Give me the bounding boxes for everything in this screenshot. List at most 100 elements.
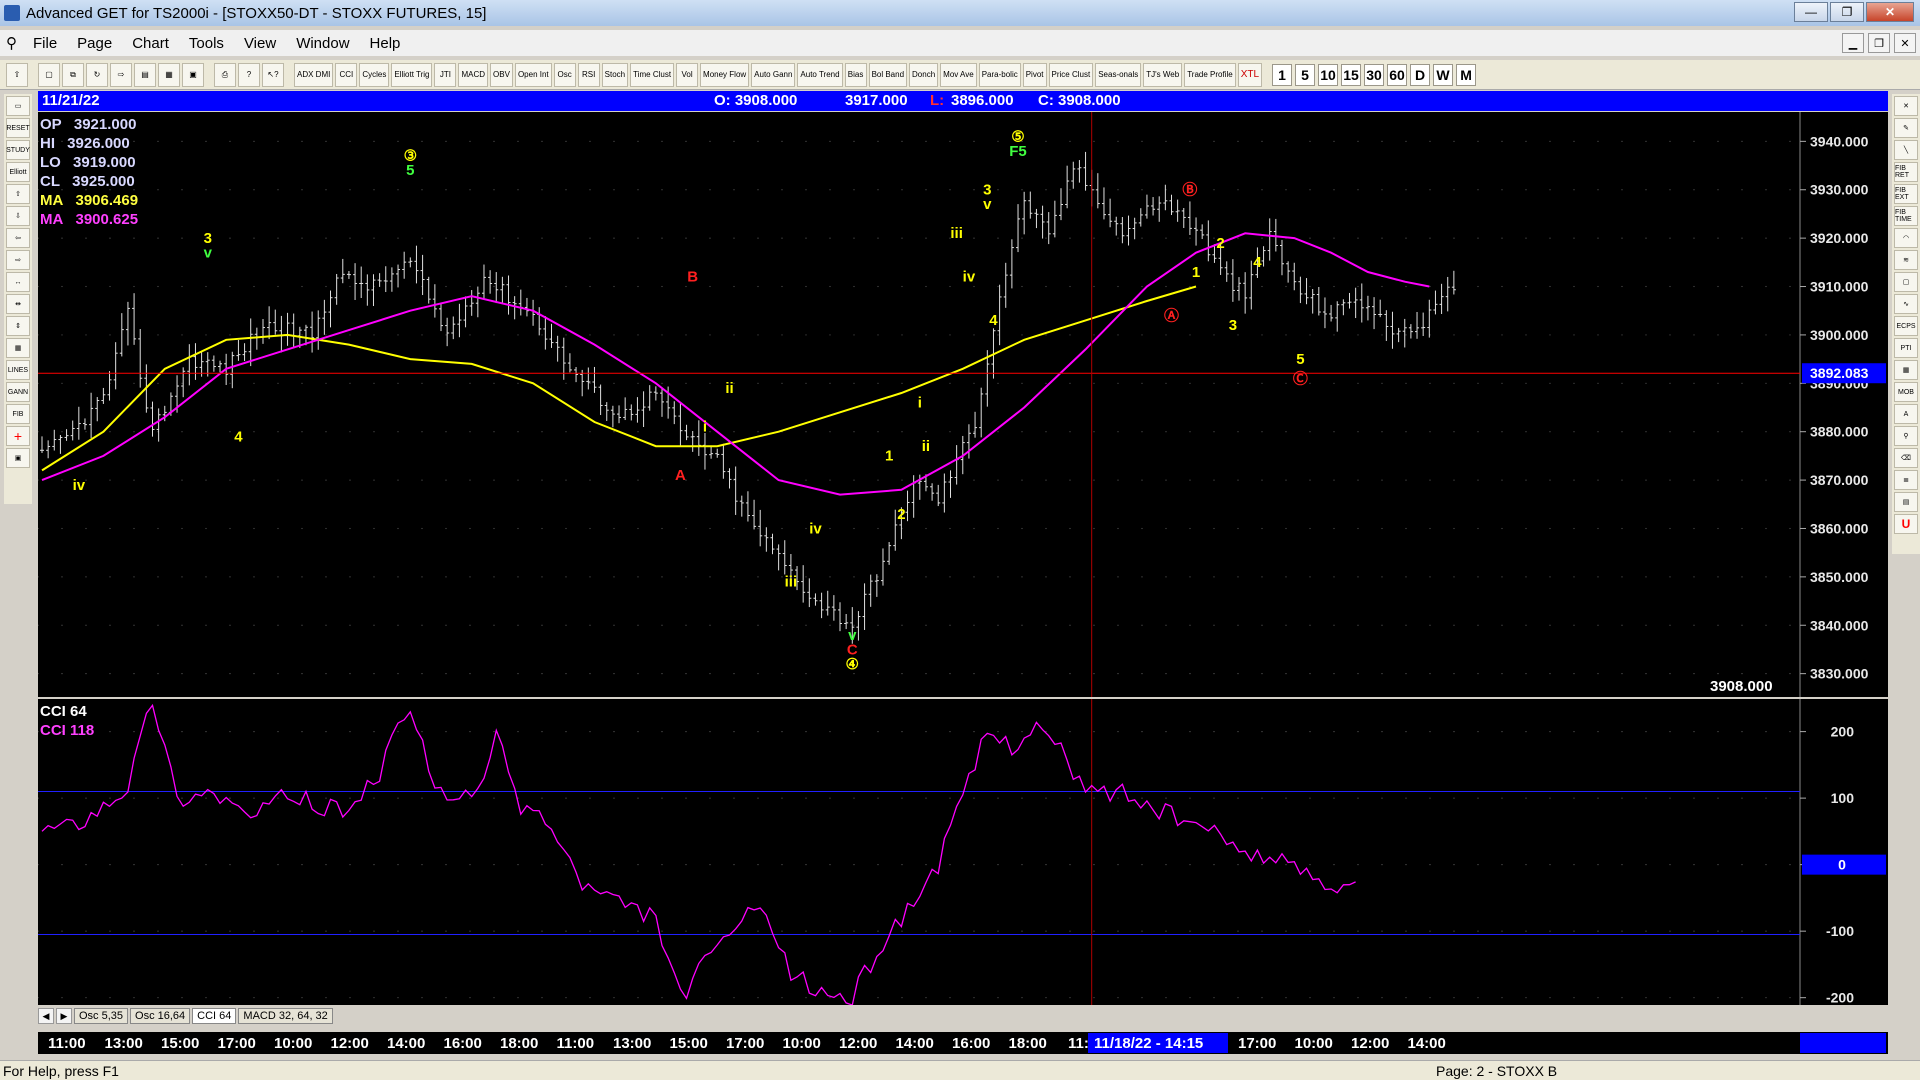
elliott-wave-label[interactable]: 4 bbox=[234, 428, 243, 445]
study-button-bol-band[interactable]: Bol Band bbox=[868, 62, 908, 87]
study-button-pivot[interactable]: Pivot bbox=[1022, 62, 1047, 87]
study-button-money-flow[interactable]: Money Flow bbox=[700, 62, 750, 87]
period-button-10[interactable]: 10 bbox=[1318, 63, 1339, 86]
study-button-cycles[interactable]: Cycles bbox=[359, 62, 390, 87]
study-button-stoch[interactable]: Stoch bbox=[601, 62, 629, 87]
doc-icon[interactable]: ⚲ bbox=[0, 34, 23, 52]
ecps-button[interactable]: ECPS bbox=[1894, 316, 1918, 336]
magnet-icon[interactable]: U bbox=[1894, 514, 1918, 534]
print-icon[interactable]: ⎙ bbox=[214, 62, 236, 87]
elliott-wave-label[interactable]: iii bbox=[950, 225, 963, 242]
study-button[interactable]: STUDY bbox=[6, 140, 30, 160]
cycle-tool-icon[interactable]: ∿ bbox=[1894, 294, 1918, 314]
tab-next-button[interactable]: ▶ bbox=[56, 1008, 72, 1024]
box-tool-icon[interactable]: ▢ bbox=[1894, 272, 1918, 292]
window-icon[interactable]: ▣ bbox=[182, 62, 204, 87]
minimize-button[interactable]: — bbox=[1794, 2, 1828, 22]
elliott-button[interactable]: Elliott bbox=[6, 162, 30, 182]
price-chart-pane[interactable]: 3830.000 3840.000 3850.000 3860.000 3870.000… bbox=[37, 112, 1888, 697]
menu-view[interactable]: View bbox=[234, 35, 286, 52]
forward-icon[interactable]: ⇨ bbox=[110, 62, 132, 87]
pencil-icon[interactable]: ✎ bbox=[1894, 118, 1918, 138]
compress-h-icon[interactable]: ⇹ bbox=[6, 294, 30, 314]
elliott-wave-label[interactable]: i bbox=[703, 419, 707, 436]
fib-ret-button[interactable]: FIB RET bbox=[1894, 162, 1918, 182]
elliott-wave-label[interactable]: Ⓑ bbox=[1182, 181, 1197, 199]
elliott-wave-label[interactable]: ii bbox=[922, 438, 930, 455]
reset-button[interactable]: RESET bbox=[6, 118, 30, 138]
cci-chart[interactable]: 200 100 0 -100 -200 bbox=[37, 699, 1888, 1006]
study-button-mov-ave[interactable]: Mov Ave bbox=[940, 62, 977, 87]
elliott-wave-label[interactable]: 2 bbox=[1216, 235, 1224, 252]
elliott-wave-label[interactable]: v bbox=[204, 244, 213, 261]
elliott-wave-label[interactable]: 1 bbox=[885, 448, 893, 465]
doc-close-button[interactable]: ✕ bbox=[1894, 33, 1916, 53]
study-button-elliott-trig[interactable]: Elliott Trig bbox=[391, 62, 433, 87]
period-button-5[interactable]: 5 bbox=[1295, 63, 1316, 86]
study-button-jti[interactable]: JTI bbox=[434, 62, 457, 87]
elliott-wave-label[interactable]: iii bbox=[785, 574, 798, 591]
study-button-seas-onals[interactable]: Seas-onals bbox=[1095, 62, 1142, 87]
study-button-time-clust[interactable]: Time Clust bbox=[630, 62, 675, 87]
menu-help[interactable]: Help bbox=[360, 35, 411, 52]
mob-button[interactable]: MOB bbox=[1894, 382, 1918, 402]
elliott-wave-label[interactable]: iv bbox=[809, 520, 822, 537]
cross-tool-icon[interactable]: ✕ bbox=[1894, 96, 1918, 116]
elliott-wave-label[interactable]: v bbox=[983, 196, 992, 213]
pointer-tool-icon[interactable]: ⇧ bbox=[6, 62, 28, 87]
tab-osc-16-64[interactable]: Osc 16,64 bbox=[130, 1008, 191, 1024]
period-button-d[interactable]: D bbox=[1410, 63, 1431, 86]
tab-cci-64[interactable]: CCI 64 bbox=[192, 1008, 237, 1024]
study-button-open-int[interactable]: Open Int bbox=[514, 62, 552, 87]
study-button-adx-dmi[interactable]: ADX DMI bbox=[294, 62, 334, 87]
arrow-left-icon[interactable]: ⇦ bbox=[6, 228, 30, 248]
elliott-wave-label[interactable]: 4 bbox=[1253, 254, 1262, 271]
study-button-para-bolic[interactable]: Para-bolic bbox=[978, 62, 1021, 87]
arrow-right-icon[interactable]: ⇨ bbox=[6, 250, 30, 270]
tab-macd[interactable]: MACD 32, 64, 32 bbox=[238, 1008, 333, 1024]
study-button-obv[interactable]: OBV bbox=[490, 62, 513, 87]
elliott-wave-label[interactable]: i bbox=[918, 395, 922, 412]
elliott-wave-label[interactable]: 3 bbox=[1229, 317, 1237, 334]
elliott-wave-label[interactable]: iv bbox=[963, 269, 976, 286]
layers-icon[interactable]: ▤ bbox=[134, 62, 156, 87]
new-page-icon[interactable]: ▢ bbox=[38, 62, 60, 87]
study-button-macd[interactable]: MACD bbox=[458, 62, 489, 87]
refresh-icon[interactable]: ↻ bbox=[86, 62, 108, 87]
tab-osc-5-35[interactable]: Osc 5,35 bbox=[74, 1008, 129, 1024]
study-button-donch[interactable]: Donch bbox=[909, 62, 939, 87]
menu-window[interactable]: Window bbox=[286, 35, 359, 52]
study-button-auto-gann[interactable]: Auto Gann bbox=[751, 62, 796, 87]
study-button-auto-trend[interactable]: Auto Trend bbox=[797, 62, 843, 87]
context-help-icon[interactable]: ↖? bbox=[262, 62, 284, 87]
doc-minimize-button[interactable]: ▁ bbox=[1842, 33, 1864, 53]
grid-icon[interactable]: ▦ bbox=[158, 62, 180, 87]
fib-button[interactable]: FIB bbox=[6, 404, 30, 424]
elliott-wave-label[interactable]: Ⓐ bbox=[1164, 306, 1179, 324]
hint-icon[interactable]: ? bbox=[238, 62, 260, 87]
elliott-wave-label[interactable]: 5 bbox=[406, 162, 414, 179]
arrow-up-icon[interactable]: ⇧ bbox=[6, 184, 30, 204]
list-icon[interactable]: ≣ bbox=[1894, 470, 1918, 490]
text-tool-icon[interactable]: A bbox=[1894, 404, 1918, 424]
save-icon[interactable]: ▣ bbox=[6, 448, 30, 468]
study-button-cci[interactable]: CCI bbox=[335, 62, 358, 87]
period-button-w[interactable]: W bbox=[1433, 63, 1454, 86]
study-button-bias[interactable]: Bias bbox=[844, 62, 867, 87]
period-button-1[interactable]: 1 bbox=[1272, 63, 1293, 86]
zoom-icon[interactable]: ⚲ bbox=[1894, 426, 1918, 446]
table-tool-icon[interactable]: ▦ bbox=[1894, 360, 1918, 380]
elliott-wave-label[interactable]: 2 bbox=[897, 506, 905, 523]
elliott-wave-label[interactable]: 4 bbox=[989, 312, 998, 329]
menu-file[interactable]: File bbox=[23, 35, 67, 52]
menu-page[interactable]: Page bbox=[67, 35, 122, 52]
elliott-wave-label[interactable]: A bbox=[675, 467, 686, 484]
menu-tools[interactable]: Tools bbox=[179, 35, 234, 52]
elliott-wave-label[interactable]: F5 bbox=[1009, 143, 1027, 160]
menu-chart[interactable]: Chart bbox=[122, 35, 179, 52]
elliott-wave-label[interactable]: 1 bbox=[1192, 264, 1200, 281]
tab-prev-button[interactable]: ◀ bbox=[38, 1008, 54, 1024]
expand-v-icon[interactable]: ⇕ bbox=[6, 316, 30, 336]
study-button-vol[interactable]: Vol bbox=[676, 62, 699, 87]
elliott-wave-label[interactable]: ④ bbox=[846, 656, 859, 673]
